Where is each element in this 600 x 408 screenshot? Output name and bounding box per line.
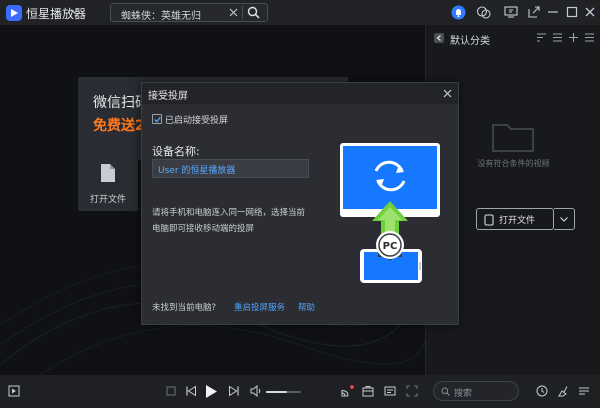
accept-screencast-dialog: 接受投屏 已启动接受投屏 设备名称: User 的恒星播放器 请将手机和电脑连入… — [141, 82, 459, 325]
accept-screencast-checkbox[interactable] — [152, 114, 162, 124]
restart-service-link[interactable]: 重启投屏服务 — [234, 301, 285, 313]
file-outline-icon — [484, 214, 494, 226]
skin-icon[interactable] — [476, 5, 491, 20]
previous-icon[interactable] — [185, 385, 197, 397]
add-icon[interactable] — [568, 32, 579, 43]
app-logo-icon — [6, 5, 22, 21]
screen-mirror-icon[interactable] — [504, 5, 518, 19]
list-view-icon[interactable] — [552, 32, 563, 43]
volume-icon[interactable] — [250, 385, 262, 397]
open-file-tile[interactable]: 打开文件 — [78, 151, 138, 211]
search-input-value[interactable]: 蜘蛛侠：英雄无归 — [121, 7, 201, 22]
accept-screencast-label[interactable]: 已启动接受投屏 — [165, 113, 228, 126]
history-icon[interactable] — [536, 385, 548, 397]
playlist-search-placeholder: 搜索 — [454, 389, 473, 399]
open-file-tile-label: 打开文件 — [89, 195, 126, 205]
screen-cast-icon[interactable] — [341, 385, 354, 398]
help-link[interactable]: 帮助 — [298, 301, 315, 313]
screencast-illustration: PC — [340, 143, 440, 283]
open-file-dropdown-button[interactable] — [554, 208, 575, 230]
collapse-panel-icon[interactable] — [434, 33, 444, 43]
close-icon[interactable] — [583, 5, 597, 19]
sort-icon[interactable] — [536, 32, 547, 43]
stop-icon[interactable] — [165, 385, 177, 397]
search-icon[interactable] — [247, 6, 260, 19]
search-input[interactable]: 蜘蛛侠：英雄无归 — [110, 3, 268, 22]
mini-mode-icon[interactable] — [527, 5, 541, 19]
clean-icon[interactable] — [557, 385, 569, 397]
search-icon — [441, 387, 450, 396]
search-divider — [242, 6, 243, 19]
more-icon[interactable] — [584, 32, 595, 43]
not-found-text: 未找到当前电脑? — [152, 303, 217, 313]
file-icon — [100, 163, 116, 183]
dialog-title: 接受投屏 — [148, 91, 188, 102]
empty-folder-icon — [491, 119, 535, 153]
toolbox-icon[interactable] — [362, 385, 374, 397]
fullscreen-icon[interactable] — [406, 385, 418, 397]
next-icon[interactable] — [228, 385, 240, 397]
control-bar: 搜索 — [0, 375, 600, 408]
subtitle-icon[interactable] — [384, 385, 396, 397]
playlist-search-input[interactable]: 搜索 — [433, 381, 519, 401]
maximize-icon[interactable] — [565, 5, 579, 19]
instruction-text-line2: 电脑即可接收移动端的投屏 — [152, 224, 255, 234]
playlist-category-title[interactable]: 默认分类 — [450, 32, 490, 47]
device-name-label: 设备名称: — [152, 145, 200, 158]
chevron-down-icon[interactable] — [71, 9, 78, 14]
instruction-text-line1: 请将手机和电脑连入同一网络，选择当前 — [152, 208, 306, 218]
close-icon[interactable] — [443, 89, 452, 98]
device-name-field[interactable]: User 的恒星播放器 — [152, 159, 309, 178]
minimize-icon[interactable] — [546, 5, 560, 19]
volume-slider[interactable] — [266, 391, 301, 393]
open-file-button[interactable]: 打开文件 — [476, 208, 554, 230]
notification-icon[interactable] — [451, 5, 466, 20]
play-icon[interactable] — [205, 384, 218, 399]
title-bar: 恒星播放器 蜘蛛侠：英雄无归 — [0, 0, 600, 25]
device-name-value[interactable]: User 的恒星播放器 — [158, 163, 235, 176]
open-file-button-label: 打开文件 — [499, 216, 536, 226]
toggle-playlist-icon[interactable] — [8, 385, 20, 397]
pc-badge-text: PC — [383, 241, 398, 252]
clear-icon[interactable] — [229, 8, 238, 17]
dialog-header: 接受投屏 — [142, 83, 458, 104]
playlist-more-icon[interactable] — [578, 385, 590, 397]
volume-level — [266, 391, 287, 393]
chevron-down-icon — [560, 217, 568, 222]
